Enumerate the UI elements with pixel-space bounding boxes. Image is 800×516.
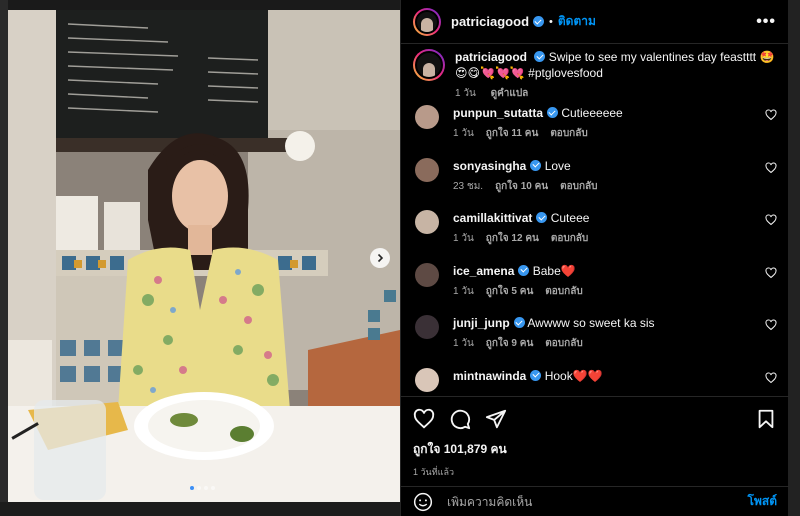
comment-likes[interactable]: ถูกใจ 11 คน — [486, 128, 539, 139]
reply-button[interactable]: ตอบกลับ — [560, 181, 597, 192]
verified-badge-icon — [518, 264, 530, 276]
heart-icon[interactable] — [413, 408, 435, 430]
comment-username[interactable]: punpun_sutatta — [453, 106, 543, 120]
heart-icon[interactable] — [765, 371, 777, 384]
comment-age: 1 วัน — [453, 338, 474, 349]
send-icon[interactable] — [485, 408, 507, 430]
commenter-avatar[interactable] — [415, 315, 439, 339]
add-comment-bar: โพสต์ — [401, 486, 789, 516]
backdrop-right — [788, 0, 800, 516]
commenter-avatar[interactable] — [415, 367, 439, 392]
backdrop-bottom — [0, 502, 400, 516]
likes-count[interactable]: ถูกใจ 101,879 คน — [413, 440, 777, 459]
next-slide-button[interactable] — [370, 248, 390, 268]
more-horizontal-icon[interactable]: ••• — [756, 13, 776, 31]
heart-icon[interactable] — [765, 266, 777, 279]
comment-text: Babe❤️ — [532, 263, 576, 278]
post-comment-button[interactable]: โพสต์ — [748, 492, 777, 511]
author-avatar[interactable] — [413, 7, 441, 36]
carousel-dot — [204, 486, 208, 490]
author-username[interactable]: patriciagood — [451, 14, 529, 29]
comment-likes[interactable]: ถูกใจ 10 คน — [495, 181, 548, 192]
heart-icon[interactable] — [765, 214, 777, 226]
emoji-icon[interactable] — [413, 492, 433, 512]
post-header: patriciagood • ติดตาม ••• — [401, 0, 788, 44]
comment-age: 1 วัน — [453, 128, 474, 139]
comment-text: Cuteee — [550, 211, 590, 225]
carousel-dots — [190, 486, 215, 490]
comment-likes[interactable]: ถูกใจ 12 คน — [486, 233, 539, 244]
separator: • — [549, 15, 553, 28]
comment-text: Love — [544, 158, 571, 173]
commenter-avatar[interactable] — [415, 210, 439, 234]
verified-badge-icon — [536, 212, 548, 223]
comments-list[interactable]: patriciagood Swipe to see my valentines … — [401, 45, 789, 395]
commenter-avatar[interactable] — [415, 157, 439, 182]
comment-input[interactable] — [447, 494, 748, 509]
comment-likes[interactable]: ถูกใจ 5 คน — [486, 286, 534, 297]
reply-button[interactable]: ตอบกลับ — [545, 286, 582, 297]
caption-username[interactable]: patriciagood — [455, 50, 527, 64]
heart-icon[interactable] — [765, 319, 777, 331]
comment-username[interactable]: camillakittivat — [453, 211, 532, 225]
verified-badge-icon — [547, 107, 558, 118]
verified-badge-icon — [530, 159, 542, 171]
caption-avatar[interactable] — [413, 49, 445, 81]
reply-button[interactable]: ตอบกลับ — [550, 128, 587, 139]
carousel-dot — [197, 486, 201, 490]
verified-badge-icon — [513, 317, 525, 328]
follow-button[interactable]: ติดตาม — [558, 12, 596, 31]
post-side-panel: patriciagood • ติดตาม ••• patriciagood S… — [400, 0, 789, 516]
caption-age: 1 วัน — [455, 88, 476, 99]
comment-username[interactable]: junji_junp — [453, 316, 510, 330]
carousel-dot — [190, 486, 194, 490]
comment-username[interactable]: mintnawinda — [453, 369, 526, 383]
comment-item: camillakittivat Cuteee 1 วัน ถูกใจ 12 คน ต… — [413, 210, 777, 263]
photo-illustration — [8, 10, 400, 502]
comment-text: Hook❤️❤️ — [544, 368, 603, 383]
comment-likes[interactable]: ถูกใจ 9 คน — [486, 338, 534, 349]
comment-age: 1 วัน — [453, 233, 474, 244]
comment-age: 23 ชม. — [453, 180, 484, 192]
verified-badge-icon — [534, 51, 546, 62]
reply-button[interactable]: ตอบกลับ — [551, 233, 588, 244]
heart-icon[interactable] — [765, 161, 777, 174]
verified-badge-icon — [533, 16, 545, 27]
post-photo — [8, 10, 400, 502]
comment-icon[interactable] — [449, 408, 471, 430]
carousel-dot — [211, 486, 215, 490]
comment-text: Awwww so sweet ka sis — [527, 316, 655, 330]
comment-item: junji_junp Awwww so sweet ka sis 1 วัน ถู… — [413, 315, 777, 368]
verified-badge-icon — [530, 369, 542, 381]
comment-age: 1 วัน — [453, 285, 474, 297]
comment-item: mintnawinda Hook❤️❤️ — [413, 367, 777, 396]
comment-username[interactable]: ice_amena — [453, 264, 514, 278]
reply-button[interactable]: ตอบกลับ — [545, 338, 582, 349]
translate-link[interactable]: ดูคำแปล — [491, 88, 529, 99]
post-actions: ถูกใจ 101,879 คน 1 วันที่แล้ว — [401, 396, 789, 484]
comment-username[interactable]: sonyasingha — [453, 159, 526, 173]
heart-icon[interactable] — [765, 109, 777, 121]
bookmark-icon[interactable] — [755, 408, 777, 430]
post-time: 1 วันที่แล้ว — [413, 467, 455, 477]
chevron-right-icon — [377, 253, 384, 263]
commenter-avatar[interactable] — [415, 262, 439, 287]
post-caption: patriciagood Swipe to see my valentines … — [413, 45, 777, 105]
comment-item: ice_amena Babe❤️ 1 วัน ถูกใจ 5 คน ตอบกลับ — [413, 262, 777, 316]
comment-item: sonyasingha Love 23 ชม. ถูกใจ 10 คน ตอบกลั… — [413, 157, 777, 211]
backdrop-left — [0, 0, 8, 516]
comment-item: punpun_sutatta Cutieeeeee 1 วัน ถูกใจ 11 … — [413, 105, 777, 158]
commenter-avatar[interactable] — [415, 105, 439, 129]
comment-text: Cutieeeeee — [561, 106, 623, 120]
